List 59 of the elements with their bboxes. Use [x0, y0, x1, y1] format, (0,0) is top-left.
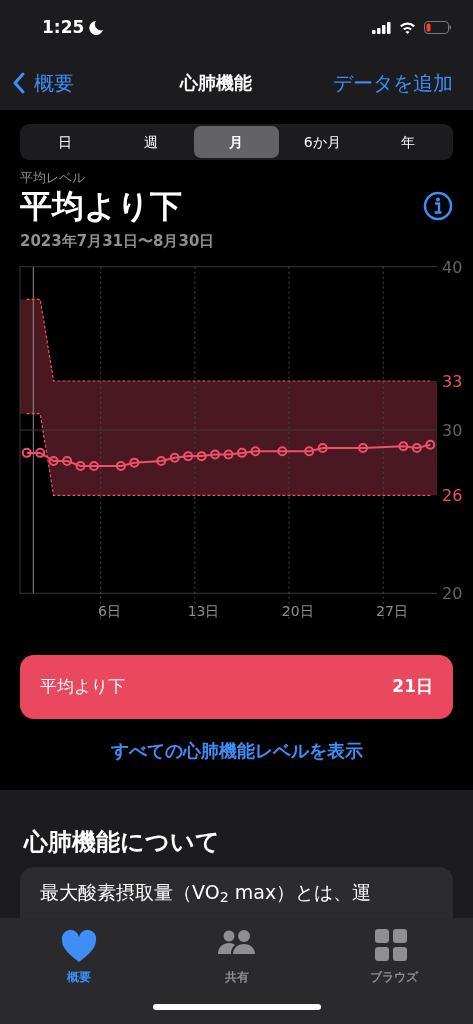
tab-bar-item[interactable]: 共有: [157, 918, 316, 1024]
data-point: [196, 450, 207, 461]
day-count: 21日: [392, 675, 433, 699]
axis-label: 26: [442, 486, 463, 506]
axis-label: 30: [442, 420, 463, 440]
axis-label: 13日: [187, 602, 220, 619]
segment-tab[interactable]: 年: [365, 126, 451, 158]
section-heading: 心肺機能について: [24, 828, 221, 857]
data-point: [236, 447, 247, 458]
axis-label: 33: [442, 371, 463, 391]
data-point: [48, 455, 59, 466]
segment-tab[interactable]: 週: [107, 126, 194, 158]
info-icon[interactable]: [423, 190, 453, 221]
axis-label: 27日: [376, 602, 408, 619]
show-all-link[interactable]: すべての心肺機能レベルを表示: [110, 736, 363, 764]
data-point: [250, 446, 261, 457]
wifi-icon: [399, 21, 416, 34]
data-point: [425, 439, 436, 450]
segment-tab[interactable]: 6か月: [279, 126, 366, 158]
level-label: 平均より下: [40, 675, 125, 699]
data-point: [21, 447, 32, 458]
data-point: [62, 455, 73, 466]
data-point: [277, 446, 288, 457]
date-range: 2023年7月31日〜8月30日: [20, 231, 216, 253]
data-point: [223, 449, 234, 460]
segment-tab[interactable]: 月: [193, 126, 280, 158]
add-data-button[interactable]: データを追加: [333, 67, 453, 98]
segment-tab[interactable]: 日: [22, 126, 108, 158]
about-text: 最大酸素摂取量（VO$_{2}$ max）とは、運: [40, 880, 373, 904]
data-point: [358, 442, 368, 453]
axis-label: 20: [442, 584, 463, 604]
axis-label: 20日: [281, 602, 314, 619]
battery-icon: [424, 21, 451, 34]
back-button[interactable]: 概要: [12, 67, 74, 98]
data-point: [35, 447, 46, 458]
data-point: [304, 446, 315, 457]
data-point: [115, 460, 126, 471]
data-point: [398, 441, 409, 452]
level-title: 平均より下: [20, 187, 182, 225]
clock-time: 1:25: [42, 15, 85, 39]
data-point: [156, 455, 167, 466]
axis-label: 6日: [97, 602, 121, 619]
tab-bar-item[interactable]: ブラウズ: [315, 918, 473, 1024]
moon-icon: [88, 19, 105, 36]
data-point: [169, 452, 180, 463]
signal-icon: [372, 21, 391, 34]
data-point: [411, 442, 422, 453]
data-point: [129, 457, 140, 468]
level-caption: 平均レベル: [20, 169, 86, 187]
chevron-left-icon: [12, 71, 26, 94]
data-point: [317, 442, 328, 453]
data-point: [210, 449, 221, 460]
tab-bar-item[interactable]: 概要: [0, 918, 158, 1024]
data-point: [89, 460, 99, 471]
data-point: [183, 450, 194, 461]
axis-label: 40: [442, 257, 463, 277]
level-row-button[interactable]: 平均より下 21日: [20, 654, 453, 719]
data-point: [75, 460, 86, 471]
screen-title: 心肺機能: [178, 71, 252, 95]
